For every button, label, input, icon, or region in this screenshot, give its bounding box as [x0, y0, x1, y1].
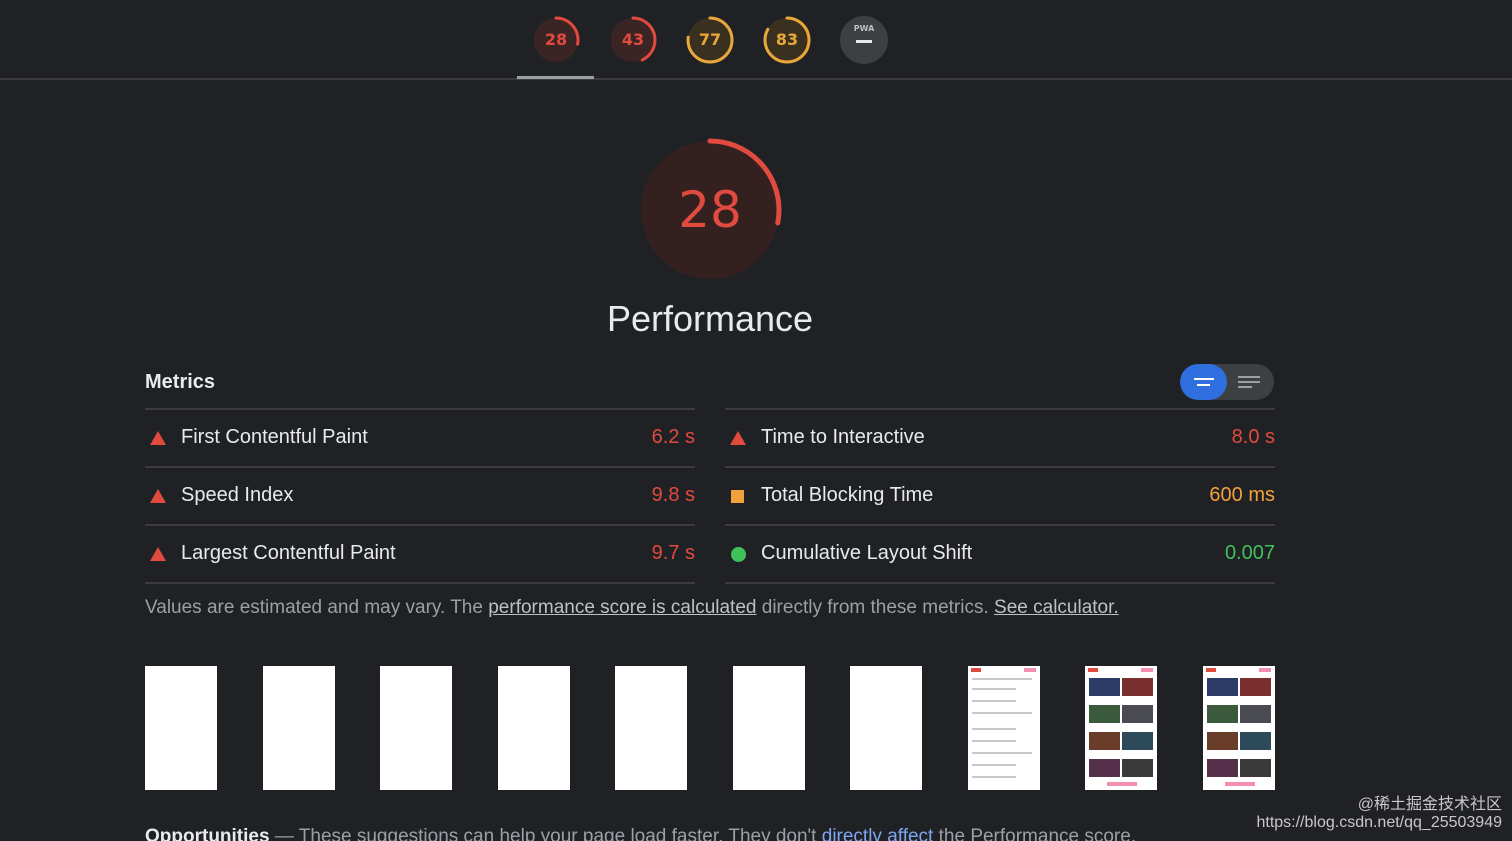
- metric-label: Time to Interactive: [761, 426, 925, 448]
- filmstrip-frame: [498, 666, 570, 790]
- filmstrip-frame: [145, 666, 217, 790]
- category-title: Performance: [606, 298, 814, 339]
- pass-circle-icon: [731, 547, 746, 562]
- filmstrip-frame: [733, 666, 805, 790]
- filmstrip-frame: [968, 666, 1040, 790]
- filmstrip-frame: [1085, 666, 1157, 790]
- performance-score: 28: [678, 181, 742, 239]
- metrics-view-toggle: [1180, 364, 1274, 400]
- metrics-heading: Metrics: [145, 371, 216, 393]
- metric-label: Cumulative Layout Shift: [761, 542, 973, 564]
- filmstrip-frame: [263, 666, 335, 790]
- pwa-label: PWA: [853, 24, 875, 33]
- tab-score-value: 28: [544, 30, 568, 49]
- tab-pwa[interactable]: PWA: [840, 16, 888, 64]
- metric-row: Total Blocking Time 600 ms: [725, 466, 1275, 524]
- metrics-column-right: Time to Interactive 8.0 s Total Blocking…: [725, 408, 1275, 584]
- fail-triangle-icon: [150, 489, 166, 503]
- pwa-dash-icon: [856, 40, 872, 43]
- metric-row: Time to Interactive 8.0 s: [725, 408, 1275, 466]
- expanded-view-button[interactable]: [1227, 364, 1274, 400]
- metric-label: Largest Contentful Paint: [181, 542, 396, 564]
- score-calculated-link[interactable]: performance score is calculated: [488, 597, 756, 618]
- performance-gauge: 28: [636, 136, 784, 284]
- tab-score-3[interactable]: 83: [761, 14, 813, 66]
- footnote-text: directly from these metrics.: [756, 597, 995, 618]
- fail-triangle-icon: [730, 431, 746, 445]
- metric-value: 9.7 s: [651, 542, 695, 564]
- metric-value: 8.0 s: [1231, 426, 1275, 448]
- compact-view-button[interactable]: [1180, 364, 1227, 400]
- expanded-view-icon-line: [1238, 381, 1260, 383]
- metric-value: 9.8 s: [651, 484, 695, 506]
- watermark: @稀土掘金技术社区 https://blog.csdn.net/qq_25503…: [1256, 796, 1502, 832]
- tab-score-value: 43: [621, 30, 645, 49]
- metric-value: 0.007: [1224, 542, 1275, 564]
- watermark-line: https://blog.csdn.net/qq_25503949: [1256, 814, 1502, 831]
- opportunities-text: the Performance score.: [933, 826, 1137, 841]
- compact-view-icon: [1194, 378, 1214, 380]
- tab-score-value: 83: [775, 30, 799, 49]
- opportunities-header: Opportunities — These suggestions can he…: [145, 826, 1136, 841]
- fail-triangle-icon: [150, 431, 166, 445]
- compact-view-icon-line: [1197, 384, 1210, 386]
- filmstrip-frame: [380, 666, 452, 790]
- fail-triangle-icon: [150, 547, 166, 561]
- filmstrip: [145, 666, 1275, 790]
- opportunities-title: Opportunities: [145, 826, 270, 841]
- directly-affect-link[interactable]: directly affect: [822, 826, 934, 841]
- see-calculator-link[interactable]: See calculator.: [994, 597, 1119, 618]
- expanded-view-icon-line: [1238, 386, 1252, 388]
- filmstrip-frame: [850, 666, 922, 790]
- tab-score-0[interactable]: 28: [530, 14, 582, 66]
- metric-row: First Contentful Paint 6.2 s: [145, 408, 695, 466]
- metric-label: Speed Index: [181, 484, 294, 506]
- metric-value: 600 ms: [1209, 484, 1275, 506]
- tab-score-1[interactable]: 43: [607, 14, 659, 66]
- lighthouse-report: 28 43 77 83 PWA 28 Performance Metrics F…: [0, 0, 1512, 841]
- metric-row: Cumulative Layout Shift 0.007: [725, 524, 1275, 584]
- watermark-line: @稀土掘金技术社区: [1357, 796, 1502, 813]
- footnote-text: Values are estimated and may vary. The: [145, 597, 489, 618]
- metric-label: First Contentful Paint: [181, 426, 368, 448]
- filmstrip-frame: [615, 666, 687, 790]
- metric-row: Speed Index 9.8 s: [145, 466, 695, 524]
- active-tab-indicator: [517, 76, 594, 79]
- metric-value: 6.2 s: [651, 426, 695, 448]
- tab-score-2[interactable]: 77: [684, 14, 736, 66]
- expanded-view-icon: [1238, 376, 1260, 378]
- score-tab-bar: 28 43 77 83 PWA: [0, 0, 1512, 80]
- tab-score-value: 77: [698, 30, 722, 49]
- metrics-column-left: First Contentful Paint 6.2 s Speed Index…: [145, 408, 695, 584]
- filmstrip-frame: [1203, 666, 1275, 790]
- metrics-footnote: Values are estimated and may vary. The p…: [145, 597, 1119, 619]
- metric-label: Total Blocking Time: [761, 484, 934, 506]
- opportunities-text: These suggestions can help your page loa…: [298, 826, 822, 841]
- opportunities-dash: —: [269, 826, 299, 841]
- metric-row: Largest Contentful Paint 9.7 s: [145, 524, 695, 584]
- average-square-icon: [731, 490, 744, 503]
